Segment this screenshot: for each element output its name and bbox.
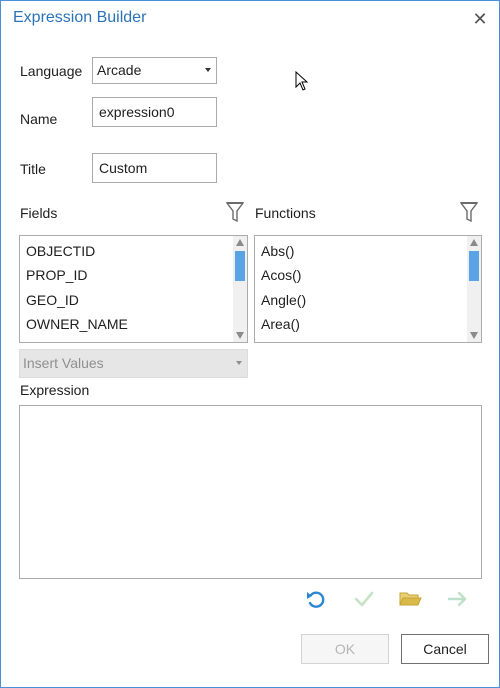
- fields-label: Fields: [20, 205, 58, 221]
- functions-filter-icon[interactable]: [460, 201, 478, 223]
- fields-scrollbar[interactable]: [233, 236, 247, 342]
- expression-label: Expression: [20, 382, 90, 398]
- title-label: Title: [20, 161, 46, 177]
- function-item-abs[interactable]: Abs(): [261, 243, 294, 259]
- field-item-owner-name[interactable]: OWNER_NAME: [26, 316, 128, 332]
- functions-list[interactable]: Abs() Acos() Angle() Area(): [254, 235, 482, 343]
- name-input[interactable]: expression0: [92, 97, 217, 127]
- chevron-down-icon: [236, 361, 242, 365]
- function-item-angle[interactable]: Angle(): [261, 292, 306, 308]
- ok-button[interactable]: OK: [301, 634, 389, 664]
- cancel-button[interactable]: Cancel: [401, 634, 489, 664]
- undo-icon[interactable]: [304, 587, 328, 611]
- close-icon[interactable]: ✕: [469, 8, 491, 30]
- fields-filter-icon[interactable]: [226, 201, 244, 223]
- chevron-down-icon: [205, 68, 211, 72]
- name-label: Name: [20, 111, 58, 127]
- function-item-acos[interactable]: Acos(): [261, 267, 301, 283]
- fields-scroll-thumb[interactable]: [235, 251, 245, 281]
- fields-list[interactable]: OBJECTID PROP_ID GEO_ID OWNER_NAME: [19, 235, 248, 343]
- field-item-geo-id[interactable]: GEO_ID: [26, 292, 79, 308]
- functions-scroll-thumb[interactable]: [469, 251, 479, 281]
- insert-values-dropdown[interactable]: Insert Values: [19, 349, 248, 378]
- expression-builder-dialog: Expression Builder ✕ Language Arcade Nam…: [0, 0, 500, 688]
- language-label: Language: [20, 63, 83, 79]
- expression-editor[interactable]: [19, 405, 482, 579]
- language-value: Arcade: [97, 62, 142, 78]
- field-item-objectid[interactable]: OBJECTID: [26, 243, 95, 259]
- scroll-down-icon[interactable]: [236, 332, 244, 339]
- field-item-prop-id[interactable]: PROP_ID: [26, 267, 87, 283]
- title-input[interactable]: Custom: [92, 153, 217, 183]
- open-folder-icon[interactable]: [398, 587, 422, 611]
- functions-scrollbar[interactable]: [467, 236, 481, 342]
- insert-values-label: Insert Values: [23, 355, 104, 371]
- functions-label: Functions: [255, 205, 316, 221]
- scroll-down-icon[interactable]: [470, 332, 478, 339]
- scroll-up-icon[interactable]: [470, 239, 478, 246]
- verify-check-icon[interactable]: [352, 587, 376, 611]
- mouse-cursor-icon: [295, 71, 309, 91]
- dialog-title: Expression Builder: [13, 9, 147, 26]
- scroll-up-icon[interactable]: [236, 239, 244, 246]
- next-arrow-icon[interactable]: [446, 587, 470, 611]
- function-item-area[interactable]: Area(): [261, 316, 300, 332]
- language-select[interactable]: Arcade: [92, 57, 217, 84]
